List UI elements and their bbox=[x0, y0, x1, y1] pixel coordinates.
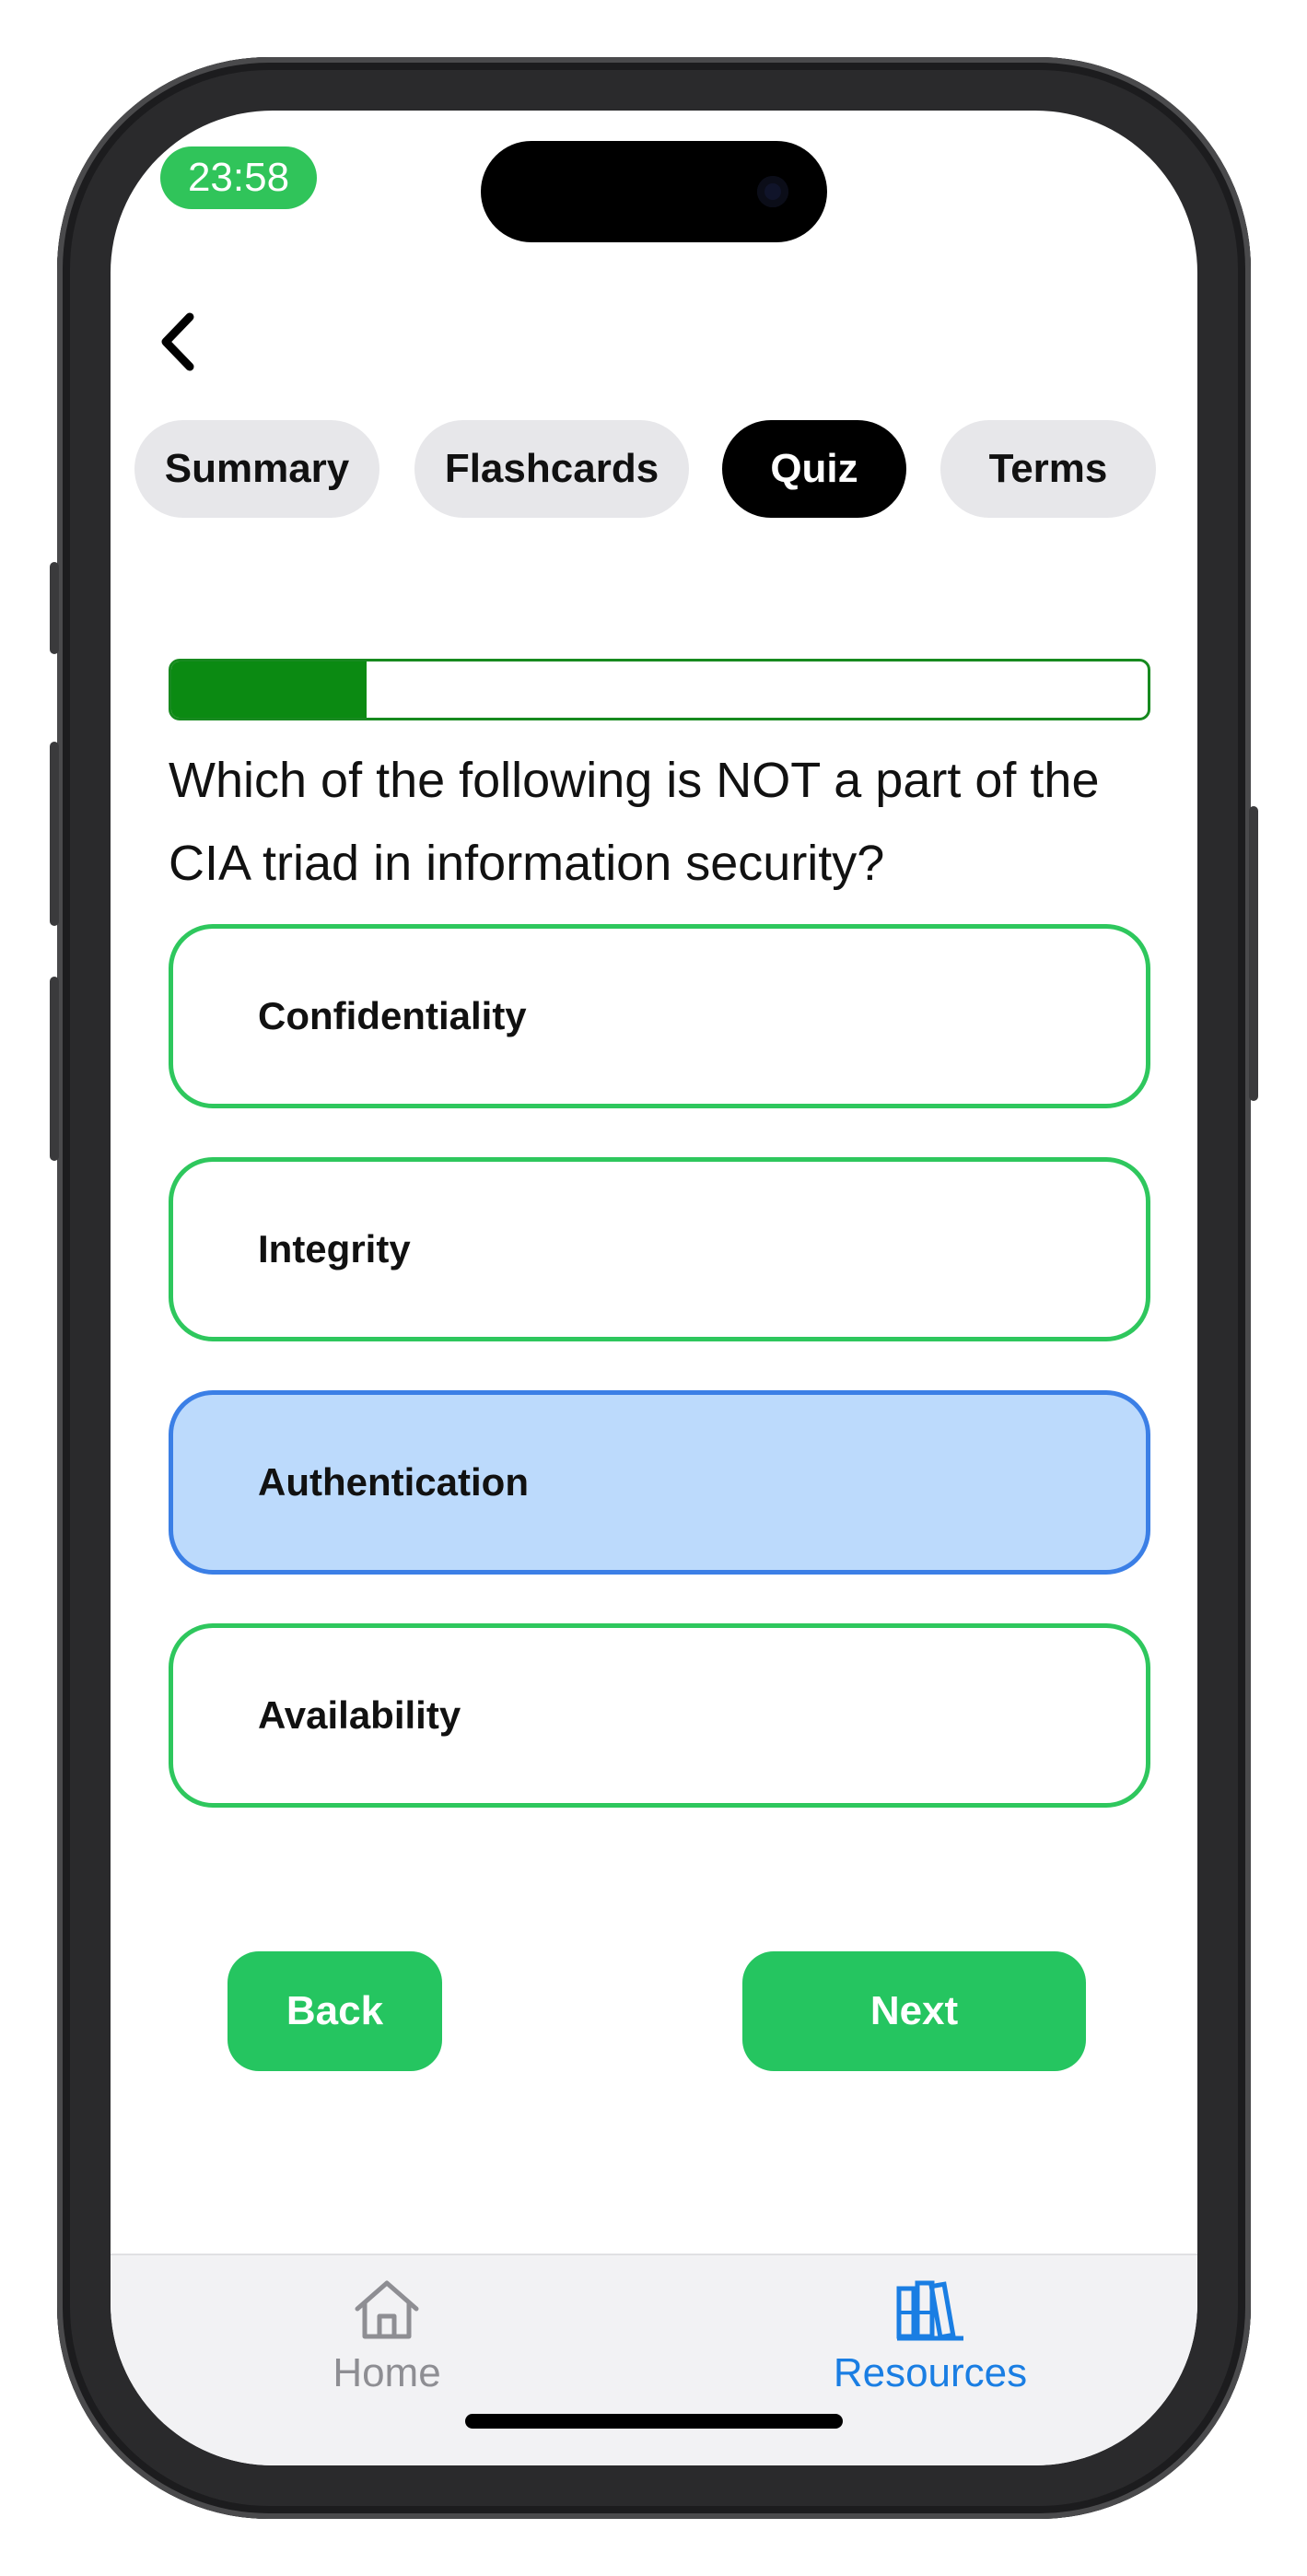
tabbar-label-resources: Resources bbox=[833, 2350, 1028, 2395]
answer-option[interactable]: Availability bbox=[169, 1623, 1150, 1808]
segment-tabs: Summary Flashcards Quiz Terms bbox=[134, 420, 1175, 518]
answer-option-label: Authentication bbox=[258, 1460, 529, 1504]
tab-flashcards[interactable]: Flashcards bbox=[414, 420, 689, 518]
power-button bbox=[1249, 806, 1258, 1101]
house-icon bbox=[350, 2280, 424, 2346]
bottom-tab-bar: Home Resources bbox=[111, 2254, 1197, 2465]
answer-option[interactable]: Confidentiality bbox=[169, 924, 1150, 1108]
answer-option-label: Confidentiality bbox=[258, 994, 527, 1037]
quiz-progress-fill bbox=[171, 662, 367, 718]
answer-option-label: Availability bbox=[258, 1693, 461, 1737]
tabbar-item-resources[interactable]: Resources bbox=[792, 2276, 1068, 2396]
screen: 23:58 Summary Flashcards Quiz Terms Whic… bbox=[111, 111, 1197, 2465]
back-button[interactable]: Back bbox=[228, 1951, 442, 2071]
tab-quiz[interactable]: Quiz bbox=[722, 420, 906, 518]
volume-down-button bbox=[50, 977, 59, 1161]
tab-terms[interactable]: Terms bbox=[940, 420, 1156, 518]
tabbar-item-home[interactable]: Home bbox=[249, 2276, 525, 2396]
tabbar-label-home: Home bbox=[333, 2350, 441, 2395]
answer-option[interactable]: Integrity bbox=[169, 1157, 1150, 1341]
tab-summary[interactable]: Summary bbox=[134, 420, 379, 518]
camera-icon bbox=[757, 176, 788, 207]
quiz-progress-bar bbox=[169, 659, 1150, 720]
dynamic-island bbox=[481, 141, 827, 242]
question-text: Which of the following is NOT a part of … bbox=[169, 753, 1100, 891]
home-indicator[interactable] bbox=[465, 2414, 843, 2429]
status-time: 23:58 bbox=[160, 146, 317, 209]
chevron-left-icon[interactable] bbox=[151, 300, 216, 383]
answer-option-selected[interactable]: Authentication bbox=[169, 1390, 1150, 1575]
action-button bbox=[50, 562, 59, 654]
volume-up-button bbox=[50, 742, 59, 926]
next-button[interactable]: Next bbox=[742, 1951, 1086, 2071]
books-icon bbox=[893, 2280, 967, 2346]
answer-option-label: Integrity bbox=[258, 1227, 411, 1270]
